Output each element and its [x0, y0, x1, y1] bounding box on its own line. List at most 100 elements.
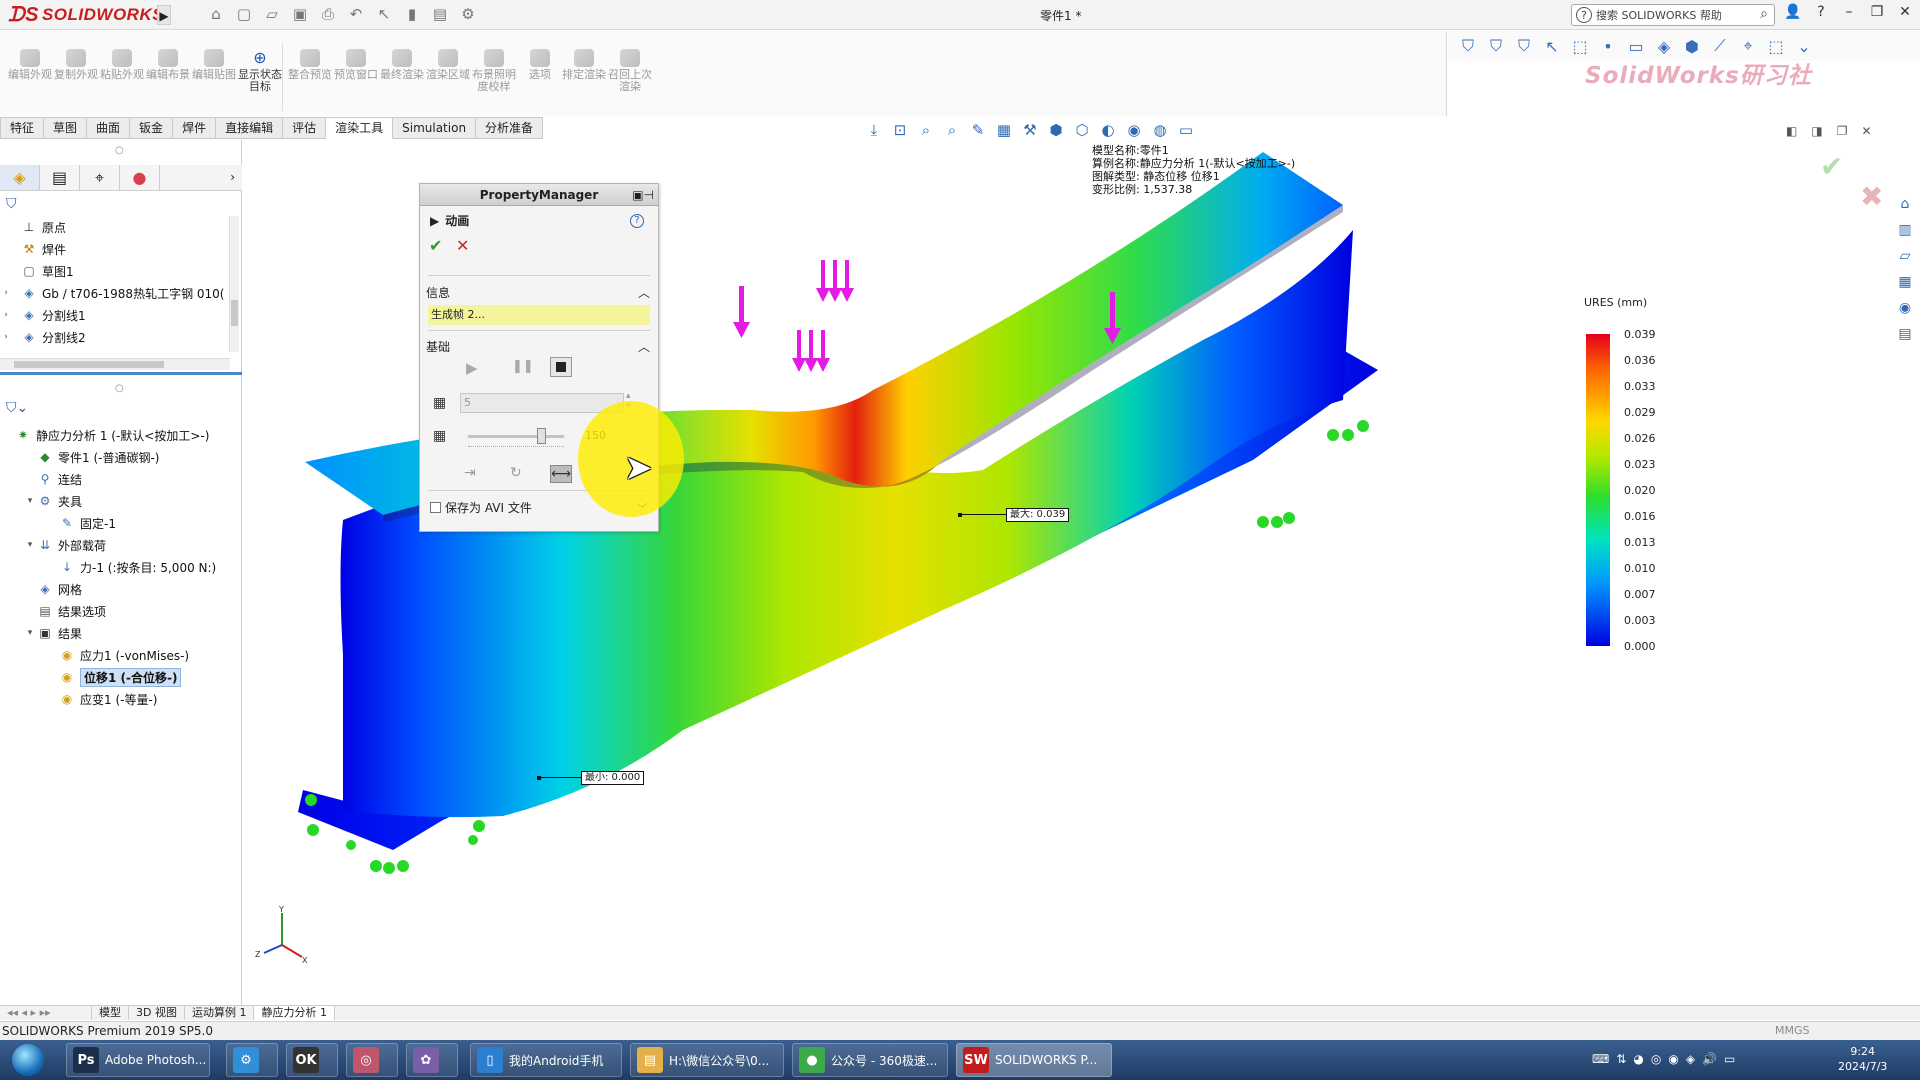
close-icon[interactable]: ✕: [1861, 124, 1871, 138]
filter-icon[interactable]: ⛉: [6, 196, 17, 212]
study-tree-item[interactable]: ▾ ⚙ 夹具: [0, 490, 240, 512]
bottom-tab-0[interactable]: 模型: [92, 1006, 129, 1020]
scrollbar-thumb[interactable]: [14, 361, 164, 368]
reciprocate-button[interactable]: ⟷: [550, 465, 572, 483]
max-probe-label[interactable]: 最大: 0.039: [1006, 508, 1070, 522]
previous-view-icon[interactable]: ⌕: [942, 121, 962, 139]
keyboard-icon[interactable]: ⌨: [1592, 1052, 1609, 1066]
rebuild-icon[interactable]: ▮: [401, 5, 423, 23]
view-palette-icon[interactable]: ▦: [1894, 274, 1916, 294]
undo-icon[interactable]: ↶: [345, 5, 367, 23]
slider-knob[interactable]: [536, 428, 546, 444]
split-view-alt-icon[interactable]: ◨: [1811, 124, 1822, 138]
home-icon[interactable]: ⌂: [205, 5, 227, 23]
zoom-to-area-icon[interactable]: ⊡: [890, 121, 910, 139]
taskbar-item[interactable]: OK: [286, 1043, 338, 1077]
minimize-icon[interactable]: –: [1840, 4, 1858, 20]
chevron-up-icon[interactable]: ︿: [638, 284, 650, 301]
tab-6[interactable]: 评估: [283, 117, 327, 139]
min-probe-label[interactable]: 最小: 0.000: [581, 771, 645, 785]
study-tree-item[interactable]: ⚲ 连结: [0, 468, 240, 490]
edit-appearance-icon[interactable]: ◐: [1098, 121, 1118, 139]
view-settings-icon[interactable]: ◍: [1150, 121, 1170, 139]
command-button[interactable]: 整合预览: [288, 49, 332, 81]
confirm-ok-icon[interactable]: ✔: [1820, 150, 1843, 183]
volume-icon[interactable]: 🔊: [1702, 1052, 1717, 1066]
plane-icon[interactable]: ▭: [1626, 37, 1646, 56]
save-avi-checkbox[interactable]: [430, 502, 441, 513]
menu-expand-button[interactable]: ▶: [157, 5, 171, 25]
collapse-handle[interactable]: ○: [115, 145, 124, 156]
taskbar-item[interactable]: ◎: [346, 1043, 398, 1077]
play-normal-button[interactable]: ⇥: [464, 465, 476, 481]
scrollbar-thumb[interactable]: [231, 300, 238, 326]
expand-toggle[interactable]: ▾: [24, 540, 36, 550]
view-orientation-icon[interactable]: ⚒: [1020, 121, 1040, 139]
pane-splitter[interactable]: [0, 372, 242, 375]
browser-tray-icon[interactable]: ◎: [1651, 1052, 1661, 1066]
basic-section-header[interactable]: 基础 ︿: [426, 338, 652, 355]
dimension-icon[interactable]: ⌖: [1738, 36, 1758, 56]
confirm-cancel-icon[interactable]: ✖: [1860, 180, 1883, 213]
study-tree-item[interactable]: ◆ 零件1 (-普通碳钢-): [0, 446, 240, 468]
filter-edges-icon[interactable]: ⛉: [1514, 36, 1534, 56]
display-manager-tab[interactable]: ●: [120, 165, 160, 190]
restore-icon[interactable]: ❐: [1868, 4, 1886, 20]
filter-faces-icon[interactable]: ⛉: [1486, 36, 1506, 56]
speed-slider[interactable]: [468, 428, 564, 444]
unit-system[interactable]: MMGS: [1775, 1022, 1810, 1040]
zoom-to-fit-icon[interactable]: ⤓: [864, 121, 884, 139]
expand-toggle[interactable]: ▾: [24, 496, 36, 506]
command-button[interactable]: 排定渲染: [562, 49, 606, 81]
command-button[interactable]: 编辑外观: [8, 49, 52, 81]
appearances-icon[interactable]: ◉: [1894, 300, 1916, 320]
clock[interactable]: 9:24 2024/7/3: [1838, 1044, 1887, 1074]
taskbar-item[interactable]: Ps Adobe Photosh...: [66, 1043, 210, 1077]
more-icon[interactable]: ⌄: [1794, 37, 1814, 56]
study-tree-item[interactable]: ▤ 结果选项: [0, 600, 240, 622]
pause-button[interactable]: ❚❚: [512, 359, 534, 374]
new-document-icon[interactable]: ▢: [233, 5, 255, 23]
dynamic-annotation-icon[interactable]: ▦: [994, 121, 1014, 139]
section-view-icon[interactable]: ✎: [968, 121, 988, 139]
view-icon[interactable]: ◈: [1654, 37, 1674, 56]
study-tree-item[interactable]: ✎ 固定-1: [0, 512, 240, 534]
taskbar-item[interactable]: ● 公众号 - 360极速...: [792, 1043, 948, 1077]
smart-icon[interactable]: ⬚: [1766, 37, 1786, 56]
restore-icon[interactable]: ❐: [1837, 124, 1848, 138]
hide-show-icon[interactable]: ⬡: [1072, 121, 1092, 139]
tab-4[interactable]: 焊件: [173, 117, 217, 139]
feature-tree-item[interactable]: › ◈ 分割线2: [0, 326, 230, 348]
help-icon[interactable]: ?: [1812, 4, 1830, 20]
study-tree-item[interactable]: ▾ ⇊ 外部载荷: [0, 534, 240, 556]
expand-toggle[interactable]: ›: [0, 310, 12, 320]
feature-tree-item[interactable]: › ◈ 分割线1: [0, 304, 230, 326]
chevron-up-icon[interactable]: ︿: [638, 338, 650, 355]
filter-icon[interactable]: ⛉: [1458, 36, 1478, 56]
info-section-header[interactable]: 信息 ︿: [426, 284, 652, 301]
design-library-icon[interactable]: ▥: [1894, 222, 1916, 242]
feature-tree-item[interactable]: ⊥ 原点: [0, 216, 230, 238]
command-button[interactable]: 复制外观: [54, 49, 98, 81]
search-icon[interactable]: ⌕: [1760, 6, 1768, 22]
tree-vertical-scrollbar[interactable]: [229, 216, 239, 352]
user-icon[interactable]: 👤: [1784, 4, 1802, 20]
solidworks-logo[interactable]: ᗪS SOLIDWORKS: [8, 3, 164, 27]
stop-button[interactable]: [550, 357, 572, 377]
sketch-line-icon[interactable]: ⟋: [1710, 36, 1730, 56]
study-tree-item[interactable]: ✷ 静应力分析 1 (-默认<按加工>-): [0, 424, 240, 446]
study-tree-item[interactable]: ◈ 网格: [0, 578, 240, 600]
print-icon[interactable]: ⎙: [317, 5, 339, 23]
tab-1[interactable]: 草图: [44, 117, 88, 139]
display-tray-icon[interactable]: ▭: [1724, 1052, 1735, 1066]
tab-8[interactable]: Simulation: [393, 117, 477, 139]
filter-icon[interactable]: ⛉⌄: [6, 400, 28, 416]
feature-tree-item[interactable]: ⚒ 焊件: [0, 238, 230, 260]
tab-scroll-arrows[interactable]: ◂◂ ◂ ▸ ▸▸: [0, 1006, 92, 1020]
command-button[interactable]: 召回上次渲染: [608, 49, 652, 93]
feature-tree-item[interactable]: › ◈ Gb / t706-1988热轧工字钢 010(: [0, 282, 230, 304]
ok-check-icon[interactable]: ✔: [429, 236, 442, 255]
tab-9[interactable]: 分析准备: [476, 117, 544, 139]
apply-scene-icon[interactable]: ◉: [1124, 121, 1144, 139]
select-icon[interactable]: ↖: [373, 5, 395, 23]
